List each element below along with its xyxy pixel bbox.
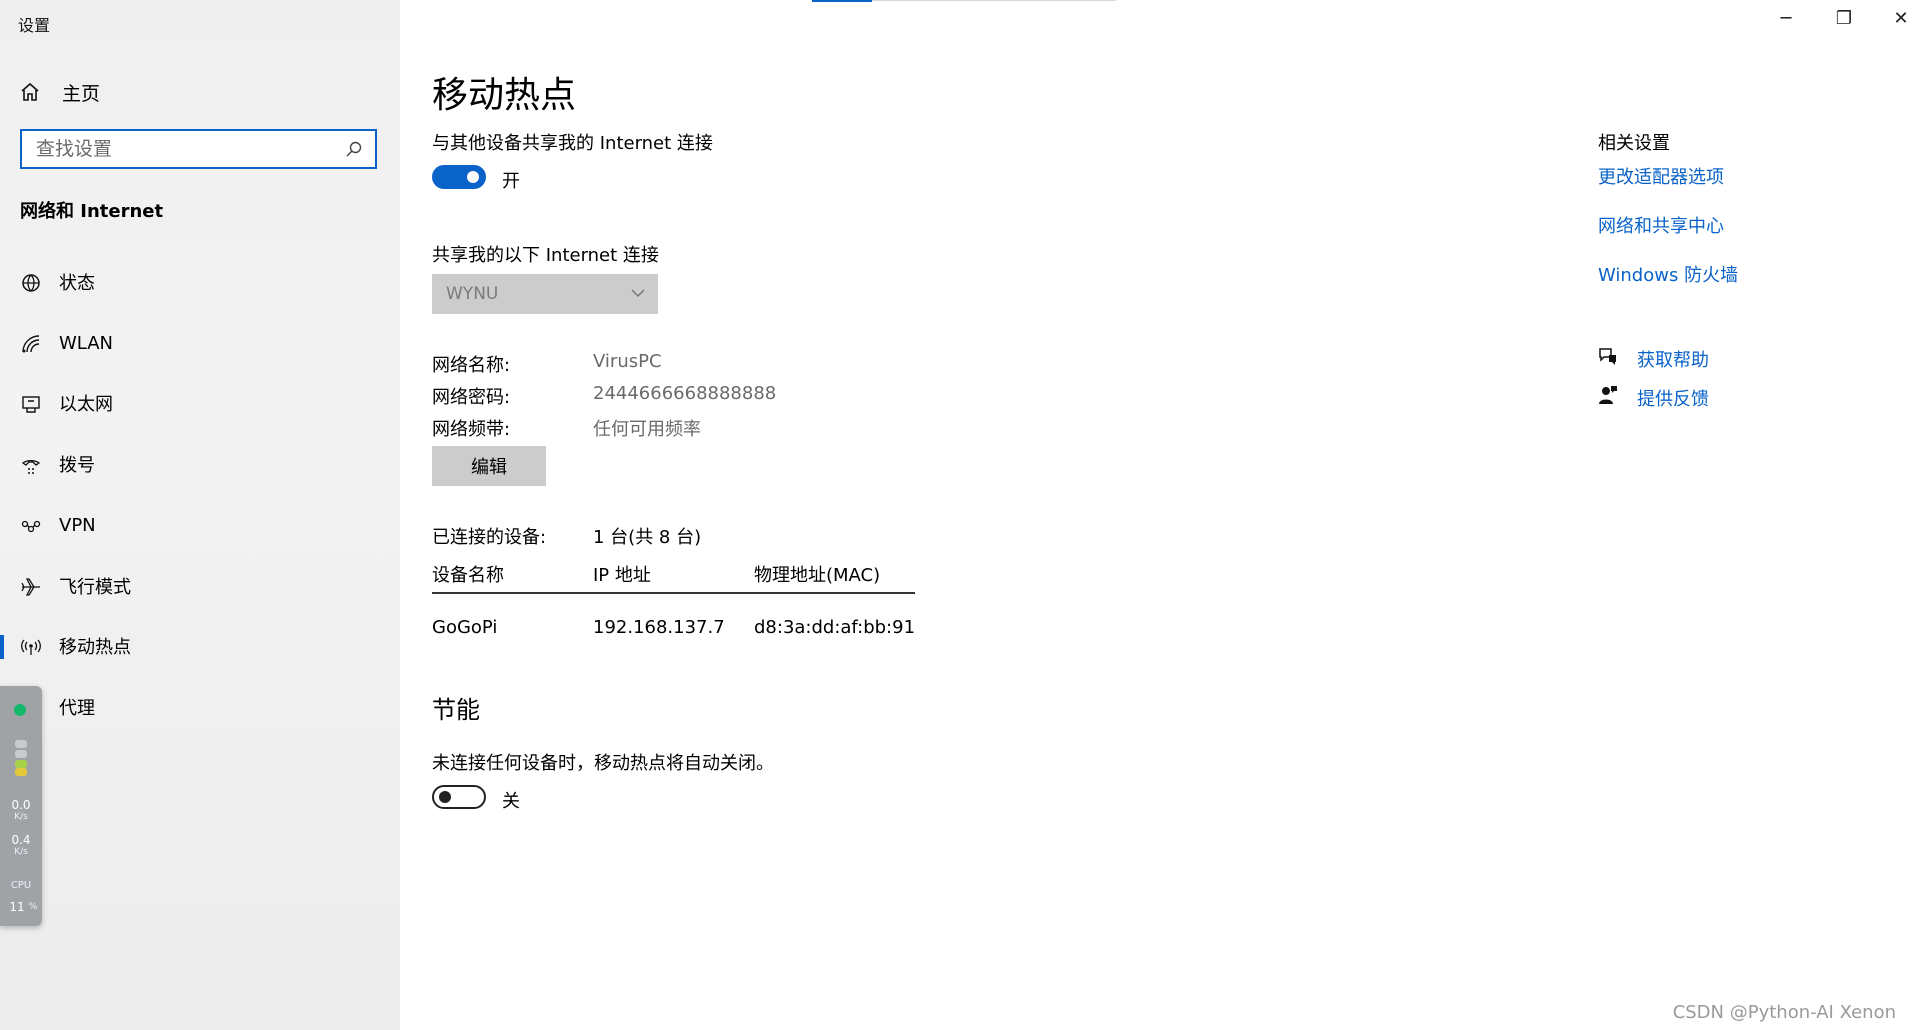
table-cell-device-name: GoGoPi	[432, 617, 498, 638]
sidebar-item-label: VPN	[59, 514, 96, 536]
connected-label: 已连接的设备:	[432, 527, 547, 548]
link-sharing-center[interactable]: 网络和共享中心	[1598, 212, 1724, 238]
table-header: 物理地址(MAC)	[754, 565, 881, 586]
window-title: 设置	[18, 16, 51, 35]
table-header: 设备名称	[432, 565, 504, 586]
prop-key: 网络密码:	[432, 387, 511, 408]
sidebar-item-label: 状态	[59, 273, 95, 294]
page-title: 移动热点	[432, 75, 577, 116]
sidebar: 设置 主页 网络和 Internet 状态 WLAN	[0, 0, 400, 1030]
sidebar-item-label: WLAN	[59, 332, 114, 354]
meter-bar	[15, 768, 27, 776]
prop-value-band: 任何可用频率	[593, 419, 701, 440]
prop-key: 网络名称:	[432, 355, 511, 376]
airplane-icon	[21, 578, 40, 596]
link-firewall[interactable]: Windows 防火墙	[1598, 261, 1738, 287]
toggle-knob	[467, 171, 479, 183]
sidebar-item-status[interactable]: 状态	[0, 262, 400, 302]
table-cell-mac: d8:3a:dd:af:bb:91	[754, 617, 916, 638]
prop-key: 网络频带:	[432, 419, 511, 440]
dialup-icon	[21, 459, 41, 474]
home-icon	[21, 82, 39, 101]
ethernet-icon	[22, 396, 40, 413]
search-icon[interactable]	[345, 140, 363, 158]
table-header: IP 地址	[593, 565, 651, 586]
upload-speed: 0.0	[11, 798, 31, 812]
meter-bar	[15, 750, 27, 758]
power-description: 未连接任何设备时，移动热点将自动关闭。	[432, 753, 774, 774]
meter-bar	[15, 760, 27, 768]
table-cell-ip: 192.168.137.7	[593, 617, 725, 638]
share-from-label: 共享我的以下 Internet 连接	[432, 245, 659, 266]
hotspot-icon	[21, 639, 41, 655]
share-label: 与其他设备共享我的 Internet 连接	[432, 133, 713, 154]
connected-count: 1 台(共 8 台)	[593, 527, 702, 548]
upload-unit: K/s	[14, 812, 28, 822]
globe-status-icon	[22, 274, 40, 292]
sidebar-item-proxy[interactable]: 代理	[0, 687, 400, 727]
status-dot	[14, 704, 26, 716]
chevron-down-icon	[631, 289, 645, 298]
cpu-label: CPU	[10, 880, 32, 891]
minimize-button[interactable]: ─	[1771, 8, 1801, 32]
power-section-title: 节能	[432, 696, 480, 724]
sidebar-item-label: 拨号	[59, 455, 95, 476]
prop-value-network-name: VirusPC	[593, 351, 662, 372]
sidebar-item-label: 以太网	[59, 394, 113, 415]
cpu-unit: %	[28, 902, 38, 912]
table-header-divider	[432, 592, 915, 594]
share-toggle-state: 开	[502, 171, 520, 192]
meter-bar	[15, 740, 27, 748]
prop-value-password: 2444666668888888	[593, 383, 777, 404]
restore-button[interactable]: ❐	[1829, 8, 1859, 32]
sidebar-item-wlan[interactable]: WLAN	[0, 323, 400, 363]
watermark: CSDN @Python-AI Xenon	[1672, 1002, 1896, 1023]
power-toggle[interactable]	[432, 785, 486, 809]
toggle-knob	[439, 791, 451, 803]
download-speed: 0.4	[11, 833, 31, 847]
link-feedback[interactable]: 提供反馈	[1637, 385, 1709, 411]
search-box	[20, 129, 377, 169]
sidebar-item-airplane[interactable]: 飞行模式	[0, 566, 400, 606]
sidebar-item-label: 飞行模式	[59, 577, 131, 598]
link-get-help[interactable]: 获取帮助	[1637, 346, 1709, 372]
wifi-icon	[22, 335, 40, 353]
top-divider-line	[872, 0, 1116, 1]
download-unit: K/s	[14, 847, 28, 857]
edit-button[interactable]: 编辑	[432, 446, 546, 486]
sidebar-home[interactable]: 主页	[20, 80, 101, 105]
sidebar-item-label: 代理	[59, 698, 95, 719]
sidebar-home-label: 主页	[62, 82, 101, 105]
link-adapter-options[interactable]: 更改适配器选项	[1598, 163, 1724, 189]
power-toggle-state: 关	[502, 791, 520, 812]
share-toggle[interactable]	[432, 165, 486, 189]
share-from-value: WYNU	[446, 284, 499, 304]
feedback-icon	[1599, 386, 1617, 404]
sidebar-item-ethernet[interactable]: 以太网	[0, 383, 400, 423]
sidebar-item-label: 移动热点	[59, 637, 131, 658]
help-chat-icon	[1599, 348, 1616, 365]
related-settings-title: 相关设置	[1598, 133, 1670, 154]
sidebar-item-vpn[interactable]: VPN	[0, 505, 400, 545]
sidebar-item-dialup[interactable]: 拨号	[0, 444, 400, 484]
sidebar-item-hotspot[interactable]: 移动热点	[0, 626, 400, 666]
sidebar-section-title: 网络和 Internet	[20, 201, 164, 222]
search-input[interactable]	[34, 137, 345, 161]
top-accent-line	[812, 0, 872, 2]
net-monitor-widget[interactable]: 0.0 K/s 0.4 K/s CPU 11 %	[0, 686, 42, 926]
share-from-select[interactable]: WYNU	[432, 274, 658, 314]
vpn-icon	[21, 520, 41, 533]
close-button[interactable]: ✕	[1886, 8, 1916, 32]
